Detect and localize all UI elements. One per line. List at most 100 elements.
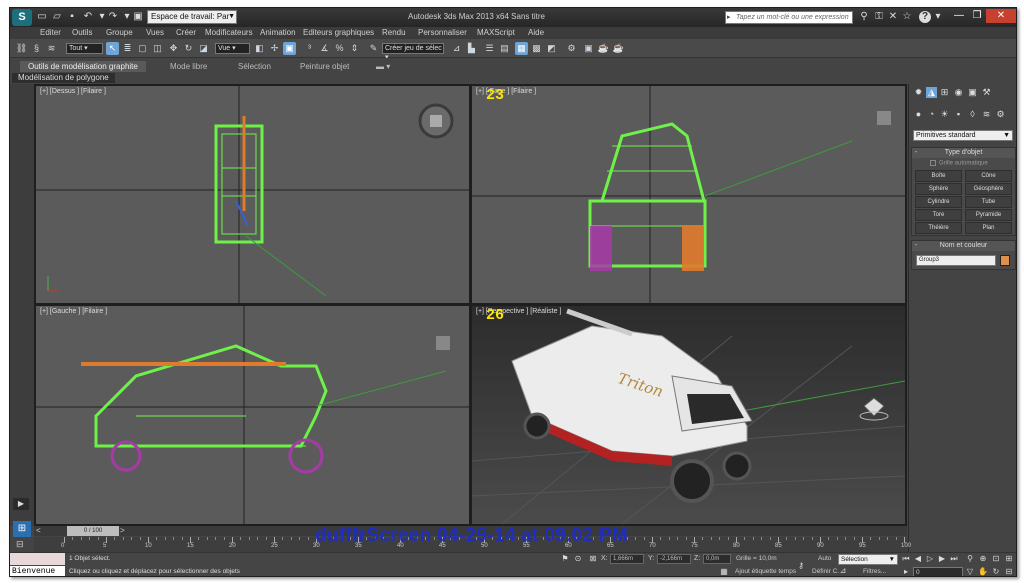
mini-curve-editor-icon[interactable]: ⊟	[16, 539, 24, 550]
menu-editer[interactable]: Editer	[40, 28, 61, 37]
help-search-input[interactable]: ▸ Tapez un mot-clé ou une expression	[725, 11, 853, 24]
undo-icon[interactable]: ↶	[82, 11, 94, 23]
menu-outils[interactable]: Outils	[72, 28, 92, 37]
tab-selection[interactable]: Sélection	[230, 61, 279, 72]
rectangular-region-icon[interactable]: ▢	[136, 42, 149, 55]
align-icon[interactable]: ▙	[465, 42, 478, 55]
key-filter-icon[interactable]: ⊿	[838, 566, 848, 576]
spinner-snap-icon[interactable]: ⇕	[348, 42, 361, 55]
orbit-icon[interactable]: ↻	[991, 567, 1001, 576]
key-icon[interactable]: ⚷	[794, 561, 808, 571]
add-time-tag[interactable]: Ajout étiquette temps	[735, 568, 796, 575]
select-object-icon[interactable]: ↖	[106, 42, 119, 55]
z-coordinate-field[interactable]: 0,0m	[703, 554, 731, 564]
menu-creer[interactable]: Créer	[176, 28, 196, 37]
angle-snap-icon[interactable]: ∡	[318, 42, 331, 55]
tab-object-paint[interactable]: Peinture objet	[292, 61, 357, 72]
spacewarps-icon[interactable]: ≋	[981, 109, 992, 120]
current-frame-field[interactable]: 0	[913, 567, 963, 576]
pan-icon[interactable]: ✋	[978, 567, 988, 576]
communication-center-icon[interactable]: ⚿	[873, 11, 885, 23]
scale-icon[interactable]: ◪	[197, 42, 210, 55]
zoom-all-icon[interactable]: ⊕	[978, 554, 988, 564]
auto-key-button[interactable]: Auto	[818, 555, 831, 562]
time-slider-next-icon[interactable]: >	[120, 526, 125, 536]
material-editor-icon[interactable]: ◩	[545, 42, 558, 55]
pyramid-button[interactable]: Pyramide	[965, 209, 1012, 221]
tab-freeform[interactable]: Mode libre	[162, 61, 215, 72]
minimize-button[interactable]: —	[950, 9, 968, 23]
maxscript-listener[interactable]	[10, 553, 65, 565]
move-icon[interactable]: ✥	[167, 42, 180, 55]
cylinder-button[interactable]: Cylindre	[915, 196, 962, 208]
save-icon[interactable]: ▪	[66, 11, 78, 23]
rollout-object-type-header[interactable]: - Type d'objet	[912, 148, 1015, 158]
rollout-name-color-header[interactable]: - Nom et couleur	[912, 241, 1015, 251]
favorites-icon[interactable]: ☆	[901, 11, 913, 23]
viewport-perspective[interactable]: Triton [+] [Perspective ] [Réaliste ] 26	[472, 306, 905, 524]
hold-icon[interactable]: ▣	[132, 11, 144, 23]
link-icon[interactable]: ⛓	[15, 42, 28, 55]
viewport-top[interactable]: [+] [Dessus ] [Filaire ]	[36, 86, 469, 303]
help-dropdown-icon[interactable]: ▾	[932, 11, 944, 23]
key-filters-button[interactable]: Filtres...	[863, 568, 886, 575]
menu-aide[interactable]: Aide	[528, 28, 544, 37]
play-icon[interactable]: ▷	[925, 554, 935, 564]
viewport-left[interactable]: [+] [Gauche ] [Filaire ]	[36, 306, 469, 524]
menu-animation[interactable]: Animation	[260, 28, 296, 37]
menu-vues[interactable]: Vues	[146, 28, 164, 37]
menu-rendu[interactable]: Rendu	[382, 28, 406, 37]
isolate-icon[interactable]: ⊙	[573, 554, 583, 564]
edit-named-selection-icon[interactable]: ✎	[367, 42, 380, 55]
primitive-category-select[interactable]: Primitives standard ▼	[913, 130, 1013, 141]
set-key-button[interactable]: Définir C.	[812, 568, 839, 575]
fov-icon[interactable]: ▽	[965, 567, 975, 576]
select-manipulate-icon[interactable]: ✢	[268, 42, 281, 55]
rotate-icon[interactable]: ↻	[182, 42, 195, 55]
binoculars-icon[interactable]: ⚲	[858, 11, 870, 23]
keyboard-shortcut-icon[interactable]: ▣	[283, 42, 296, 55]
plane-button[interactable]: Plan	[965, 222, 1012, 234]
named-selection-select[interactable]: Créer jeu de sélec ▾	[382, 43, 444, 61]
curve-editor-icon[interactable]: ▦	[515, 42, 528, 55]
auto-key-select[interactable]: Sélection ▼	[838, 554, 898, 565]
layer-manager-icon[interactable]: ☰	[483, 42, 496, 55]
maximize-viewport-icon[interactable]: ⊟	[1004, 567, 1014, 576]
maxscript-welcome[interactable]: Bienvenue	[10, 566, 65, 576]
selection-filter-select[interactable]: Tout ▾	[66, 43, 103, 54]
key-mode-icon[interactable]: ▸	[901, 567, 911, 576]
tools-icon[interactable]: ✕	[887, 11, 899, 23]
create-tab-icon[interactable]: ✹	[913, 87, 924, 98]
auto-grid-checkbox[interactable]: Grille automatique	[930, 160, 988, 167]
modify-tab-icon[interactable]: ◮	[926, 87, 937, 98]
viewport-layout-icon[interactable]: ⊞	[13, 521, 31, 537]
time-tag-icon[interactable]: ▦	[719, 567, 729, 576]
menu-editeurs-graphiques[interactable]: Editeurs graphiques	[303, 28, 374, 37]
window-crossing-icon[interactable]: ◫	[151, 42, 164, 55]
display-tab-icon[interactable]: ▣	[967, 87, 978, 98]
workspace-select[interactable]: Espace de travail: Par ▼	[147, 10, 237, 24]
go-to-end-icon[interactable]: ⏭	[949, 554, 959, 564]
open-file-icon[interactable]: ▱	[51, 11, 63, 23]
new-file-icon[interactable]: ▭	[36, 11, 48, 23]
motion-tab-icon[interactable]: ◉	[953, 87, 964, 98]
mirror-icon[interactable]: ⊿	[450, 42, 463, 55]
pivot-center-icon[interactable]: ◧	[253, 42, 266, 55]
prev-frame-icon[interactable]: ◀	[913, 554, 923, 564]
render-production-icon[interactable]: ☕	[597, 42, 610, 55]
lock-icon[interactable]: ⚑	[560, 554, 570, 564]
bind-spacewarp-icon[interactable]: ≋	[45, 42, 58, 55]
render-iterative-icon[interactable]: ☕	[612, 42, 625, 55]
teapot-button[interactable]: Théière	[915, 222, 962, 234]
schematic-view-icon[interactable]: ▩	[530, 42, 543, 55]
viewport-left-label[interactable]: [+] [Gauche ] [Filaire ]	[40, 308, 107, 315]
lights-icon[interactable]: ☀	[939, 109, 950, 120]
y-coordinate-field[interactable]: -2,166m	[657, 554, 691, 564]
time-slider-thumb[interactable]: 0 / 100	[67, 526, 119, 536]
ribbon-subpanel-polygon-modeling[interactable]: Modélisation de polygone	[12, 73, 115, 83]
unlink-icon[interactable]: §	[30, 42, 43, 55]
object-color-swatch[interactable]	[1000, 255, 1010, 266]
viewport-top-label[interactable]: [+] [Dessus ] [Filaire ]	[40, 88, 106, 95]
geometry-icon[interactable]: ●	[913, 109, 924, 120]
zoom-extents-icon[interactable]: ⊡	[991, 554, 1001, 564]
